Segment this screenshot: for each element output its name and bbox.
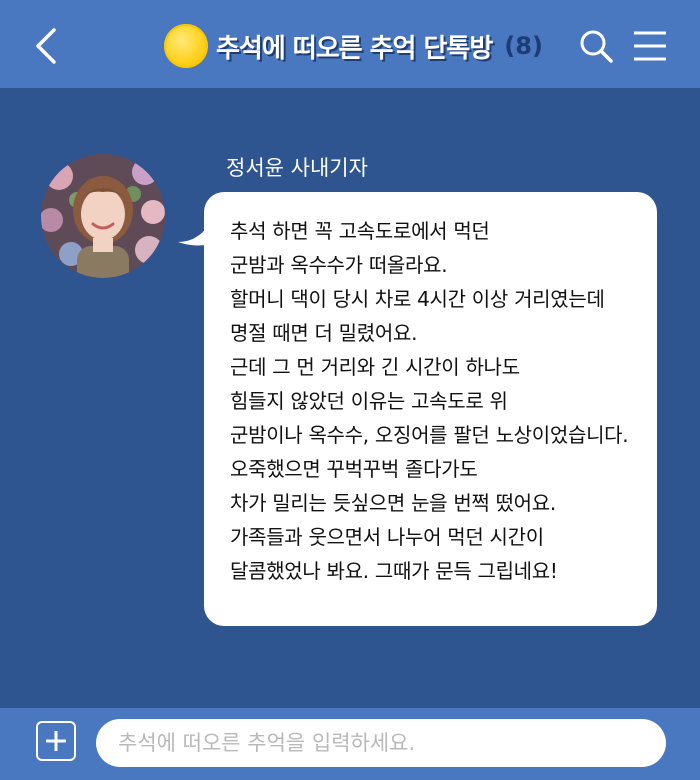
sender-name: 정서윤 사내기자 [226, 156, 368, 180]
sender-avatar[interactable] [41, 154, 165, 278]
message-bubble[interactable]: 추석 하면 꼭 고속도로에서 먹던 군밤과 옥수수가 떠올라요. 할머니 댁이 … [204, 192, 657, 626]
hamburger-menu-icon [634, 31, 666, 61]
message-line: 가족들과 웃으면서 나누어 먹던 시간이 [230, 525, 544, 549]
message-line: 근데 그 먼 거리와 긴 시간이 하나도 [230, 355, 520, 379]
message-line: 오죽했으면 꾸벅꾸벅 졸다가도 [230, 457, 478, 481]
chat-header: 추석에 떠오른 추억 단톡방 (8) [0, 0, 700, 88]
chat-room-title: 추석에 떠오른 추억 단톡방 [216, 33, 493, 64]
message-line: 군밤과 옥수수가 떠올라요. [230, 253, 448, 277]
member-count[interactable]: (8) [504, 32, 543, 60]
plus-icon [46, 731, 66, 751]
avatar-photo [41, 154, 165, 278]
message-input[interactable] [96, 719, 666, 767]
search-button[interactable] [578, 28, 614, 64]
message-line: 할머니 댁이 당시 차로 4시간 이상 거리였는데 [230, 287, 605, 311]
message-line: 차가 밀리는 듯싶으면 눈을 번쩍 떴어요. [230, 491, 556, 515]
add-attachment-button[interactable] [36, 721, 76, 761]
back-button[interactable] [28, 26, 64, 66]
message-line: 군밤이나 옥수수, 오징어를 팔던 노상이었습니다. [230, 423, 629, 447]
message-line: 달콤했었나 봐요. 그때가 문득 그립네요! [230, 559, 558, 583]
chevron-left-icon [36, 28, 56, 64]
message-line: 명절 때면 더 밀렸어요. [230, 321, 418, 345]
message-line: 힘들지 않았던 이유는 고속도로 위 [230, 389, 508, 413]
full-moon-icon [164, 24, 208, 68]
chat-title-area: 추석에 떠오른 추억 단톡방 (8) [164, 22, 543, 70]
message-line: 추석 하면 꼭 고속도로에서 먹던 [230, 219, 490, 243]
search-icon [580, 30, 613, 63]
menu-button[interactable] [632, 30, 668, 62]
